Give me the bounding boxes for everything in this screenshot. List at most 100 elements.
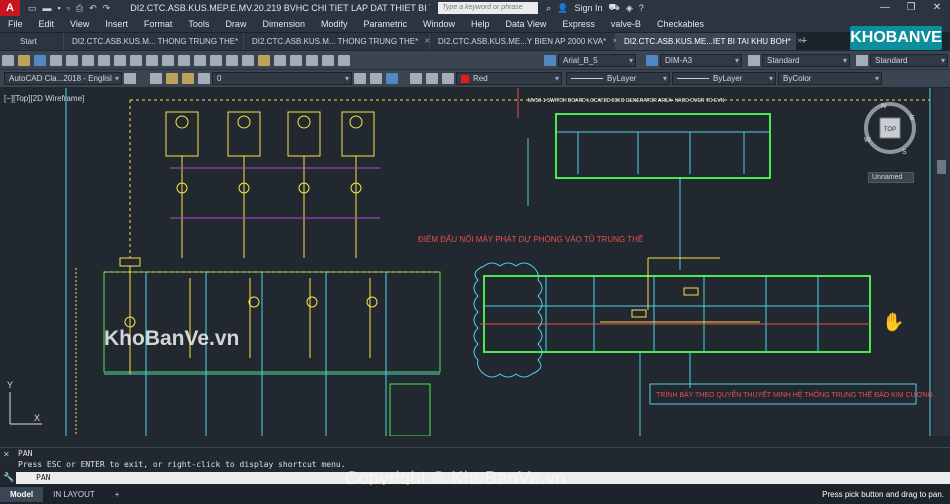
pan-icon[interactable] bbox=[194, 54, 206, 66]
table-style-dropdown[interactable]: Standard bbox=[762, 53, 850, 67]
publish-icon[interactable] bbox=[82, 54, 94, 66]
table-style-icon[interactable] bbox=[748, 54, 760, 66]
new-icon[interactable]: ▭ bbox=[28, 3, 37, 14]
sign-in-link[interactable]: Sign In bbox=[574, 3, 602, 13]
mleader-style-dropdown[interactable]: Standard bbox=[870, 53, 948, 67]
properties-icon[interactable] bbox=[242, 54, 254, 66]
menu-checkables[interactable]: Checkables bbox=[649, 19, 712, 29]
layer-on-icon[interactable] bbox=[166, 73, 178, 84]
menu-view[interactable]: View bbox=[62, 19, 97, 29]
undo-icon[interactable]: ↶ bbox=[89, 3, 97, 14]
tab-drawing-3[interactable]: DI2.CTC.ASB.KUS.ME...Y BIEN AP 2000 KVA*… bbox=[430, 33, 618, 50]
redo-icon[interactable]: ↷ bbox=[103, 3, 111, 14]
viewport-controls-label[interactable]: [−][Top][2D Wireframe] bbox=[4, 94, 84, 103]
customize-icon[interactable]: 🔧 bbox=[3, 472, 14, 483]
maximize-button[interactable]: ❐ bbox=[898, 0, 924, 16]
help-icon[interactable] bbox=[338, 54, 350, 66]
cart-icon[interactable]: ⛟ bbox=[609, 2, 620, 14]
layer-freeze-icon[interactable] bbox=[182, 73, 194, 84]
menu-file[interactable]: File bbox=[0, 19, 31, 29]
dim-style-dropdown[interactable]: DIM-A3 bbox=[660, 53, 742, 67]
search-icon[interactable]: ⌕ bbox=[546, 3, 551, 14]
tab-start[interactable]: Start bbox=[0, 33, 64, 50]
help-icon[interactable]: ? bbox=[639, 3, 644, 13]
menu-edit[interactable]: Edit bbox=[31, 19, 63, 29]
viewcube[interactable]: TOP N S E W bbox=[862, 100, 918, 156]
linetype-dropdown[interactable]: ByLayer bbox=[566, 72, 670, 85]
layer-properties-icon[interactable] bbox=[150, 73, 162, 84]
layer-dropdown[interactable]: 0 bbox=[212, 72, 352, 85]
tab-drawing-4[interactable]: DI2.CTC.ASB.KUS.ME...IET BI TAI KHU BOH*… bbox=[616, 33, 803, 50]
redo-icon[interactable] bbox=[178, 54, 190, 66]
zoom-window-icon[interactable] bbox=[226, 54, 238, 66]
markup-icon[interactable] bbox=[306, 54, 318, 66]
tab-drawing-2[interactable]: DI2.CTC.ASB.KUS.M... THONG TRUNG THE* ✕ bbox=[244, 33, 430, 50]
layer-iso-icon[interactable] bbox=[410, 73, 422, 84]
menu-window[interactable]: Window bbox=[415, 19, 463, 29]
designcenter-icon[interactable] bbox=[258, 54, 270, 66]
color-dropdown[interactable]: Red bbox=[456, 72, 562, 85]
tab-layout[interactable]: IN LAYOUT bbox=[43, 487, 105, 502]
menu-draw[interactable]: Draw bbox=[217, 19, 254, 29]
workspace-dropdown[interactable]: AutoCAD Cla...2018 - Englisl bbox=[4, 72, 122, 85]
drawing-viewport[interactable]: ĐIỂM ĐẤU NỐI MÁY PHÁT DỰ PHÒNG VÀO TỦ TR… bbox=[0, 88, 933, 436]
save-icon[interactable]: ▪ bbox=[58, 3, 61, 14]
menu-express[interactable]: Express bbox=[554, 19, 603, 29]
menu-valve-b[interactable]: valve-B bbox=[603, 19, 649, 29]
layer-lock-icon[interactable] bbox=[198, 73, 210, 84]
ucs-dropdown[interactable]: Unnamed bbox=[868, 172, 914, 183]
print-icon[interactable]: ⎙ bbox=[76, 3, 83, 14]
lineweight-dropdown[interactable]: ByLayer bbox=[672, 72, 776, 85]
print-icon[interactable] bbox=[50, 54, 62, 66]
cut-icon[interactable] bbox=[98, 54, 110, 66]
scrollbar-thumb[interactable] bbox=[937, 160, 946, 174]
autocad-logo-icon[interactable]: A bbox=[0, 0, 20, 16]
copy-icon[interactable] bbox=[114, 54, 126, 66]
calc-icon[interactable] bbox=[322, 54, 334, 66]
mleader-style-icon[interactable] bbox=[856, 54, 868, 66]
exchange-icon[interactable]: ◈ bbox=[626, 3, 633, 14]
layer-states-icon[interactable] bbox=[386, 73, 398, 84]
text-style-dropdown[interactable]: Arial_B_5 bbox=[558, 53, 636, 67]
menu-insert[interactable]: Insert bbox=[97, 19, 136, 29]
make-current-icon[interactable] bbox=[354, 73, 366, 84]
status-bar: Model IN LAYOUT + Press pick button and … bbox=[0, 485, 950, 504]
menu-data-view[interactable]: Data View bbox=[498, 19, 555, 29]
saveas-icon[interactable]: ▫ bbox=[67, 3, 70, 14]
preview-icon[interactable] bbox=[66, 54, 78, 66]
layer-uniso-icon[interactable] bbox=[426, 73, 438, 84]
save-icon[interactable] bbox=[34, 54, 46, 66]
plotstyle-dropdown[interactable]: ByColor bbox=[778, 72, 882, 85]
zoom-icon[interactable] bbox=[210, 54, 222, 66]
menu-format[interactable]: Format bbox=[136, 19, 181, 29]
matchprop-icon[interactable] bbox=[146, 54, 158, 66]
search-input[interactable]: Type a keyword or phrase bbox=[438, 2, 539, 14]
close-command-icon[interactable]: ✕ bbox=[3, 450, 10, 459]
toolpalette-icon[interactable] bbox=[274, 54, 286, 66]
paste-icon[interactable] bbox=[130, 54, 142, 66]
sheetset-icon[interactable] bbox=[290, 54, 302, 66]
text-style-icon[interactable] bbox=[544, 54, 556, 66]
menu-parametric[interactable]: Parametric bbox=[356, 19, 416, 29]
new-icon[interactable] bbox=[2, 54, 14, 66]
menu-tools[interactable]: Tools bbox=[180, 19, 217, 29]
vertical-scrollbar[interactable] bbox=[933, 88, 950, 436]
open-icon[interactable]: ▬ bbox=[43, 3, 52, 14]
workspace-settings-icon[interactable] bbox=[124, 73, 136, 84]
tab-model[interactable]: Model bbox=[0, 487, 44, 502]
menu-help[interactable]: Help bbox=[463, 19, 498, 29]
dim-style-icon[interactable] bbox=[646, 54, 658, 66]
layer-walk-icon[interactable] bbox=[442, 73, 454, 84]
compass-s: S bbox=[902, 149, 907, 156]
menu-dimension[interactable]: Dimension bbox=[254, 19, 313, 29]
menu-modify[interactable]: Modify bbox=[313, 19, 356, 29]
layer-previous-icon[interactable] bbox=[370, 73, 382, 84]
tab-drawing-1[interactable]: DI2.CTC.ASB.KUS.M... THONG TRUNG THE*✕ bbox=[64, 33, 250, 50]
add-layout-button[interactable]: + bbox=[105, 487, 130, 502]
new-tab-button[interactable]: + bbox=[796, 33, 812, 50]
user-icon[interactable]: 👤 bbox=[557, 3, 568, 14]
close-button[interactable]: ✕ bbox=[924, 0, 950, 16]
undo-icon[interactable] bbox=[162, 54, 174, 66]
open-icon[interactable] bbox=[18, 54, 30, 66]
minimize-button[interactable]: — bbox=[872, 0, 898, 16]
